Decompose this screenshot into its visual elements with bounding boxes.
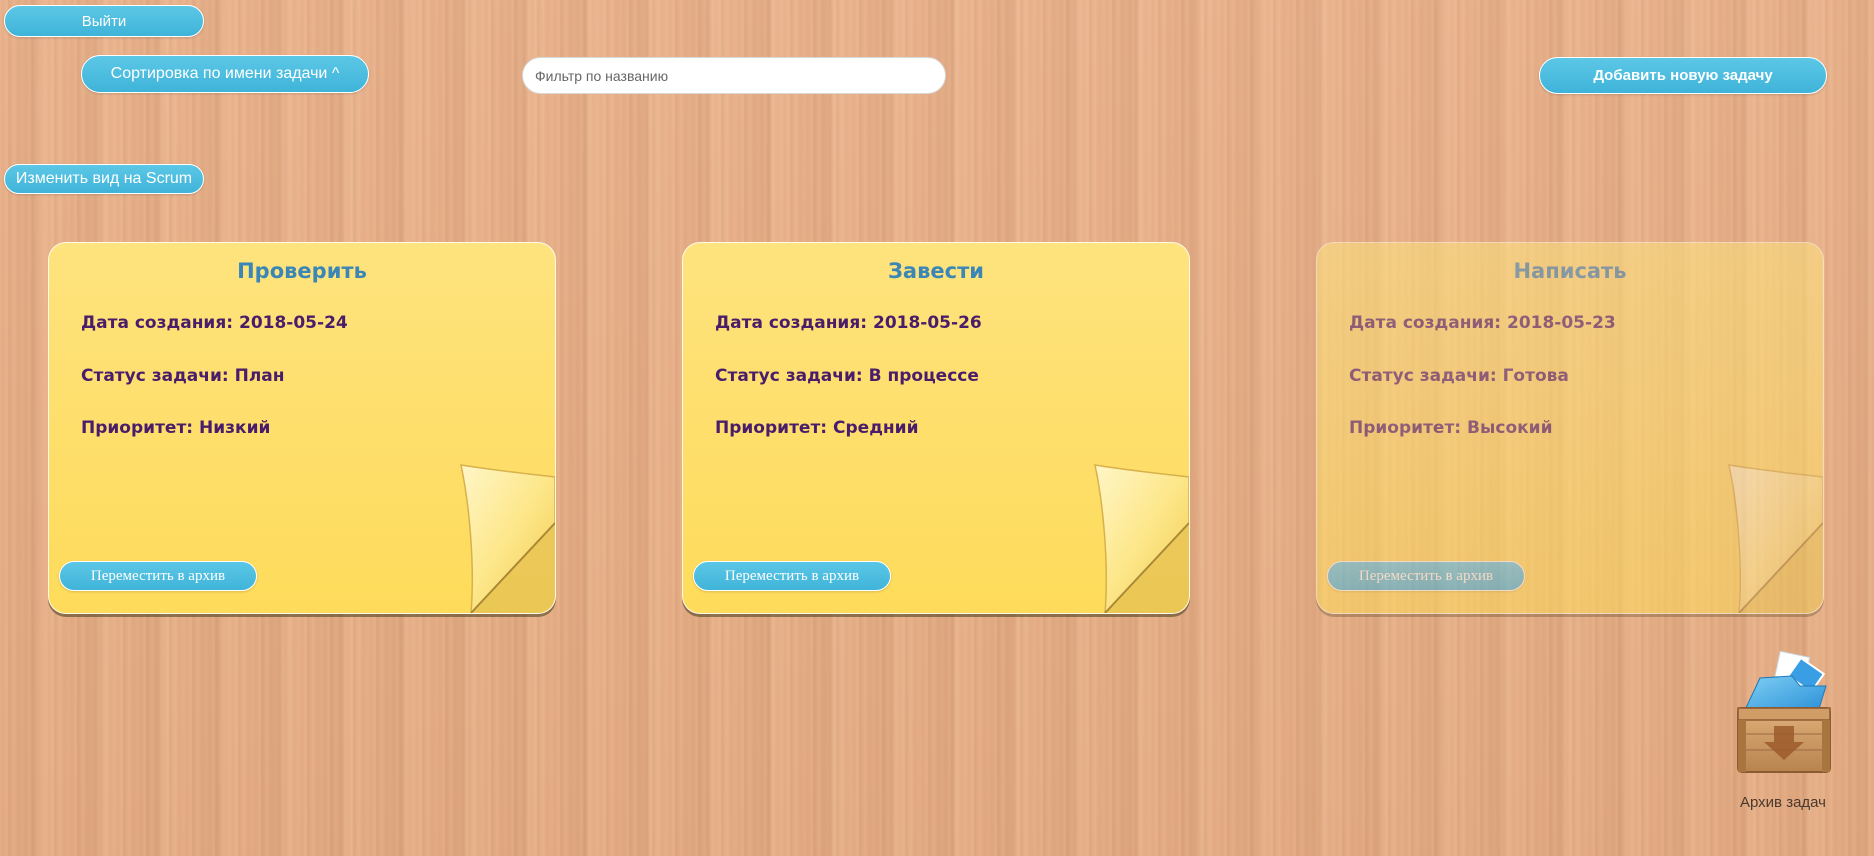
task-status-label: Статус задачи: bbox=[1349, 366, 1497, 386]
sort-by-name-button[interactable]: Сортировка по имени задачи ^ bbox=[81, 55, 369, 93]
task-date-value: 2018-05-26 bbox=[872, 313, 982, 333]
task-priority-value: Низкий bbox=[199, 418, 271, 438]
change-view-scrum-button[interactable]: Изменить вид на Scrum bbox=[4, 164, 204, 194]
task-title: Написать bbox=[1513, 259, 1627, 283]
task-date-label: Дата создания: bbox=[715, 313, 868, 333]
task-status: Статус задачи: В процессе bbox=[715, 366, 979, 386]
task-priority-value: Высокий bbox=[1467, 418, 1553, 438]
task-card: Завести Дата создания: 2018-05-26 Статус… bbox=[682, 242, 1190, 614]
task-priority-value: Средний bbox=[833, 418, 919, 438]
move-to-archive-button[interactable]: Переместить в архив bbox=[1327, 561, 1525, 591]
task-title: Проверить bbox=[237, 259, 367, 283]
task-date-label: Дата создания: bbox=[1349, 313, 1502, 333]
move-to-archive-button[interactable]: Переместить в архив bbox=[59, 561, 257, 591]
archive-box-icon[interactable] bbox=[1734, 650, 1834, 780]
task-priority-label: Приоритет: bbox=[1349, 418, 1462, 438]
task-status-value: План bbox=[234, 366, 285, 386]
task-status-value: Готова bbox=[1502, 366, 1569, 386]
move-to-archive-button[interactable]: Переместить в архив bbox=[693, 561, 891, 591]
filter-input[interactable] bbox=[522, 57, 946, 94]
page-curl-icon bbox=[460, 464, 555, 613]
task-date-value: 2018-05-23 bbox=[1506, 313, 1616, 333]
page-curl-icon bbox=[1728, 464, 1823, 613]
task-date: Дата создания: 2018-05-26 bbox=[715, 313, 982, 333]
task-date: Дата создания: 2018-05-24 bbox=[81, 313, 348, 333]
task-priority-label: Приоритет: bbox=[715, 418, 828, 438]
task-status-label: Статус задачи: bbox=[715, 366, 863, 386]
task-status: Статус задачи: План bbox=[81, 366, 285, 386]
task-status-label: Статус задачи: bbox=[81, 366, 229, 386]
task-date: Дата создания: 2018-05-23 bbox=[1349, 313, 1616, 333]
add-task-button[interactable]: Добавить новую задачу bbox=[1539, 57, 1827, 94]
logout-button[interactable]: Выйти bbox=[4, 5, 204, 37]
task-status: Статус задачи: Готова bbox=[1349, 366, 1569, 386]
archive-label: Архив задач bbox=[1740, 794, 1826, 811]
task-card: Проверить Дата создания: 2018-05-24 Стат… bbox=[48, 242, 556, 614]
task-date-value: 2018-05-24 bbox=[238, 313, 348, 333]
task-priority: Приоритет: Высокий bbox=[1349, 418, 1552, 438]
page-curl-icon bbox=[1094, 464, 1189, 613]
task-priority-label: Приоритет: bbox=[81, 418, 194, 438]
task-priority: Приоритет: Средний bbox=[715, 418, 919, 438]
task-title: Завести bbox=[888, 259, 984, 283]
task-priority: Приоритет: Низкий bbox=[81, 418, 270, 438]
task-status-value: В процессе bbox=[868, 366, 979, 386]
task-date-label: Дата создания: bbox=[81, 313, 234, 333]
task-card: Написать Дата создания: 2018-05-23 Стату… bbox=[1316, 242, 1824, 614]
